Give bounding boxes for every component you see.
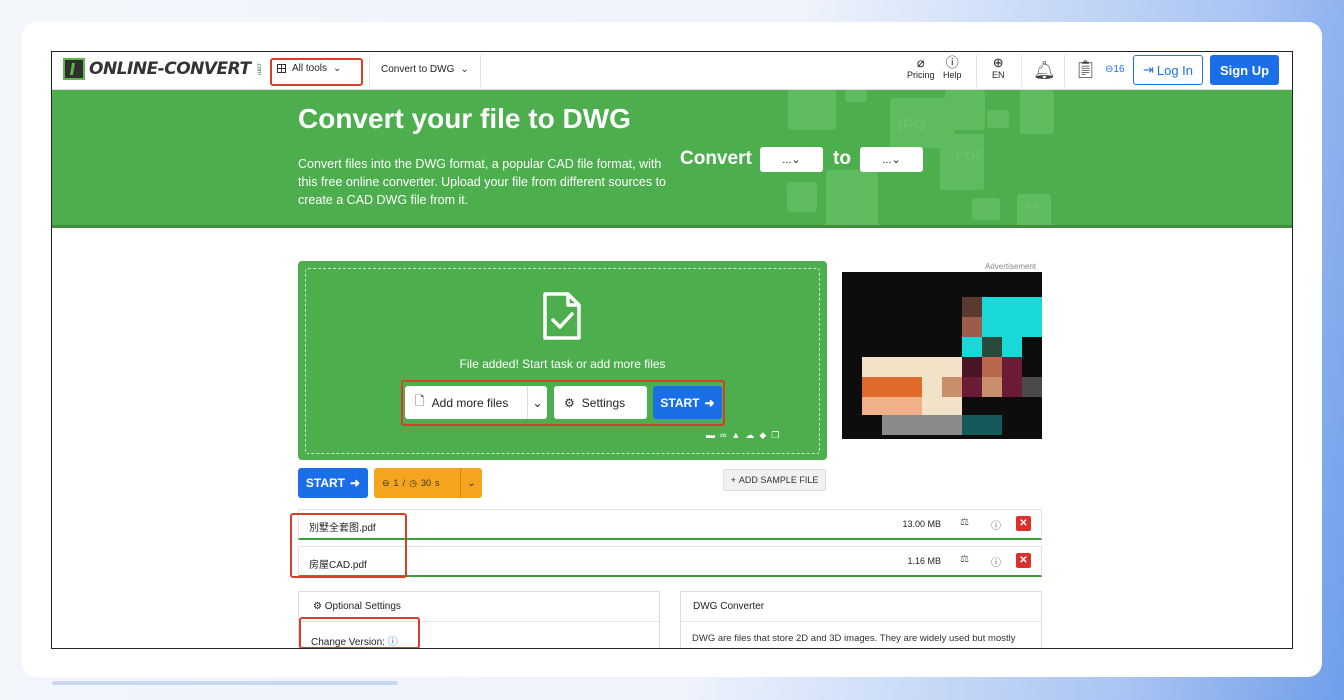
target-format-value: ...: [882, 153, 892, 166]
plus-icon: +: [730, 475, 736, 485]
info-icon[interactable]: ⓘ: [991, 554, 1001, 569]
deco-file-icon: [945, 90, 985, 130]
onedrive-icon[interactable]: ☁: [745, 430, 754, 441]
signup-label: Sign Up: [1219, 62, 1270, 78]
globe-icon: ⊕: [992, 55, 1004, 70]
hero-bottom-edge: [52, 225, 1292, 228]
time-value: 30: [420, 478, 431, 488]
advertisement-label: Advertisement: [985, 262, 1037, 271]
login-label: Log In: [1156, 62, 1194, 78]
credits-value: 16: [1113, 64, 1125, 75]
compress-icon[interactable]: ⚖: [960, 554, 969, 565]
compress-icon[interactable]: ⚖: [960, 517, 969, 528]
file-check-icon: [543, 292, 581, 340]
deco-file-icon: [787, 182, 817, 212]
decorative-progress-line: [52, 681, 398, 685]
nav-divider: [369, 55, 370, 87]
login-button[interactable]: ⇥ Log In: [1133, 55, 1203, 85]
source-format-select[interactable]: ... ⌄: [760, 147, 823, 172]
deco-aa-label: Aa: [1024, 200, 1039, 211]
deco-file-icon: [1020, 90, 1054, 134]
target-format-select[interactable]: ... ⌄: [860, 147, 923, 172]
add-sample-label: ADD SAMPLE FILE: [738, 475, 819, 485]
deco-pdf-label: PDF: [955, 150, 985, 165]
clipboard-clock-icon[interactable]: 📋︎: [1074, 59, 1097, 80]
hero-banner: JPG PDF Aa: [52, 90, 1292, 228]
logo-mark-icon: [63, 58, 85, 80]
logo-text: ONLINE-CONVERT: [89, 59, 251, 79]
to-label: to: [833, 148, 851, 169]
bell-icon[interactable]: 🔔︎: [1033, 60, 1056, 81]
credit-separator: /: [402, 478, 406, 488]
deco-file-icon: [987, 110, 1009, 128]
login-arrow-icon: ⇥: [1142, 62, 1154, 77]
language-label: EN: [992, 70, 1005, 80]
question-circle-icon: ⓘ: [945, 55, 959, 70]
optional-settings-title: Optional Settings: [324, 601, 401, 612]
pricing-link[interactable]: ⌀ Pricing: [907, 55, 935, 81]
credit-cost-dropdown[interactable]: ⊖ 1 / ◷ 30 s ⌄: [374, 468, 482, 498]
convert-to-label: Convert to DWG: [381, 64, 455, 75]
gear-icon: ⚙: [313, 601, 322, 612]
nav-divider: [1064, 55, 1065, 87]
highlight-box: [290, 513, 407, 578]
nav-divider: [1021, 55, 1022, 87]
deco-file-icon: [788, 90, 836, 130]
credits-counter[interactable]: ⊖16: [1105, 64, 1125, 75]
copy-icon[interactable]: ❐: [771, 430, 779, 441]
upload-source-icons: ▬ ∞ ▲ ☁ ◆ ❐: [706, 430, 779, 441]
file-size: 1.16 MB: [907, 556, 941, 566]
credit-cost-value: 1: [393, 478, 399, 488]
google-drive-icon[interactable]: ▲: [731, 430, 740, 441]
deco-file-icon: [826, 170, 878, 228]
folder-icon[interactable]: ▬: [706, 430, 715, 441]
coin-icon: ⊖: [382, 477, 390, 488]
pricing-label: Pricing: [907, 70, 935, 80]
add-sample-file-button[interactable]: + ADD SAMPLE FILE: [723, 469, 826, 491]
help-link[interactable]: ⓘ Help: [943, 55, 962, 81]
dwg-converter-panel: DWG Converter DWG are files that store 2…: [680, 591, 1042, 648]
deco-jpg-label: JPG: [897, 116, 926, 134]
chevron-down-icon: ⌄: [791, 154, 801, 166]
browser-viewport: ONLINE-CONVERT .com All tools ⌄ Convert …: [51, 51, 1293, 649]
help-label: Help: [943, 70, 962, 80]
time-unit: s: [434, 478, 440, 488]
chevron-down-icon: ⌄: [891, 154, 901, 166]
arrow-right-icon: ➜: [350, 476, 361, 490]
deco-file-icon: [845, 90, 867, 102]
deco-file-icon: [972, 198, 1000, 220]
tag-icon: ⌀: [916, 55, 925, 70]
nav-divider: [480, 55, 481, 87]
highlight-box: [299, 617, 420, 648]
convert-to-dwg-menu[interactable]: Convert to DWG ⌄: [381, 64, 469, 75]
upload-status-text: File added! Start task or add more files: [459, 357, 666, 371]
file-row: 房屋CAD.pdf 1.16 MB ⚖ ⓘ ✕: [298, 546, 1042, 577]
convert-label: Convert: [680, 148, 752, 169]
info-icon[interactable]: ⓘ: [991, 517, 1001, 532]
site-logo[interactable]: ONLINE-CONVERT .com: [63, 58, 262, 80]
logo-domain: .com: [255, 62, 262, 76]
dwg-converter-description: DWG are files that store 2D and 3D image…: [692, 633, 1016, 644]
chevron-down-icon: ⌄: [460, 64, 469, 75]
clock-icon: ◷: [409, 477, 417, 488]
start-label: START: [305, 476, 346, 490]
start-button[interactable]: START ➜: [298, 468, 368, 498]
language-selector[interactable]: ⊕ EN: [992, 55, 1005, 81]
link-icon[interactable]: ∞: [720, 430, 726, 441]
chevron-down-icon: ⌄: [460, 468, 482, 498]
highlight-box: [401, 380, 725, 426]
nav-divider: [976, 55, 977, 87]
hero-description: Convert files into the DWG format, a pop…: [298, 157, 667, 207]
signup-button[interactable]: Sign Up: [1210, 55, 1279, 85]
delete-file-button[interactable]: ✕: [1016, 553, 1031, 568]
delete-file-button[interactable]: ✕: [1016, 516, 1031, 531]
file-size: 13.00 MB: [902, 519, 941, 529]
source-format-value: ...: [782, 153, 792, 166]
dropbox-icon[interactable]: ◆: [759, 430, 766, 441]
page-title: Convert your file to DWG: [298, 103, 631, 134]
dwg-converter-title: DWG Converter: [681, 592, 1041, 622]
highlight-box: [270, 58, 363, 86]
advertisement-image[interactable]: [842, 272, 1042, 439]
file-row: 別墅全套图.pdf 13.00 MB ⚖ ⓘ ✕: [298, 509, 1042, 540]
